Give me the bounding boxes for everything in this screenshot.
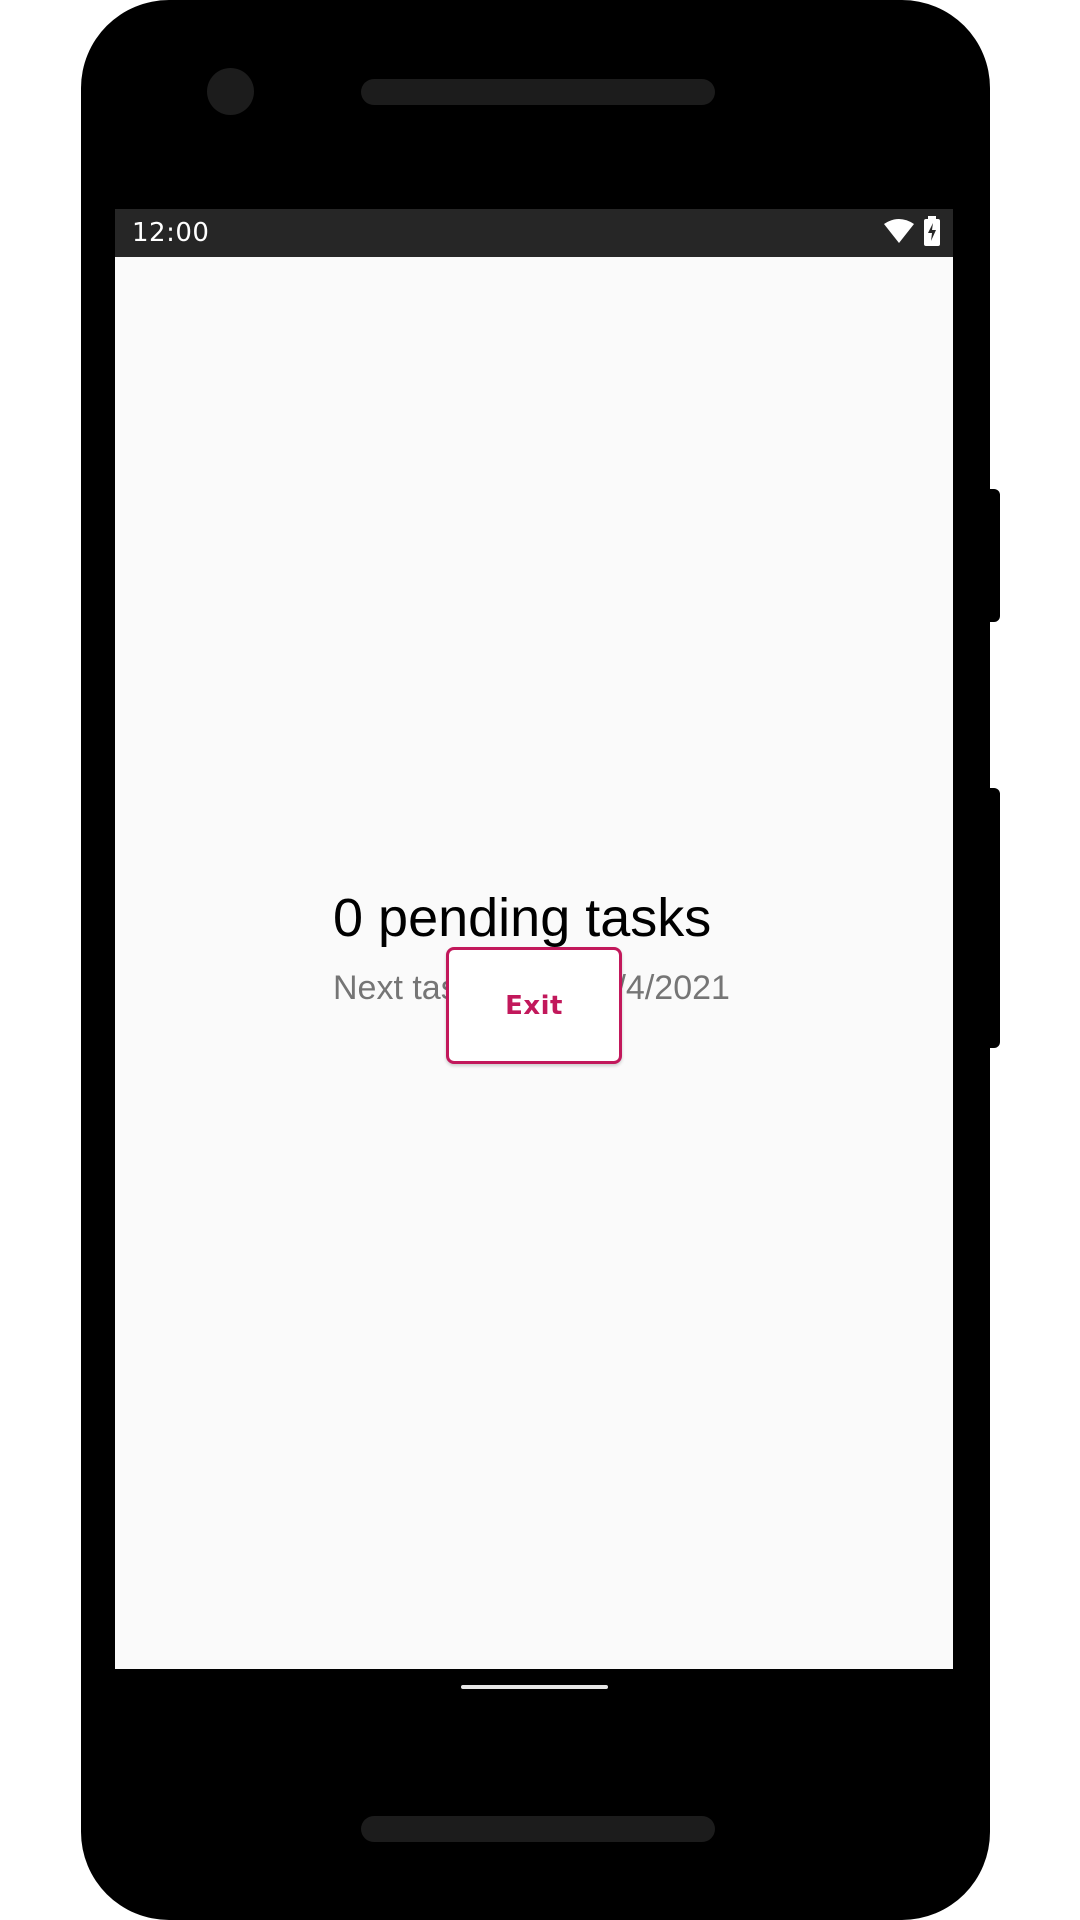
volume-button [984,788,1000,1048]
exit-button[interactable]: Exit [446,947,622,1064]
wifi-icon [883,218,915,249]
status-icons [883,215,941,251]
device-frame-stage: 12:00 0 pending tasks Next task [0,0,1080,1920]
earpiece-speaker [361,79,715,105]
home-gesture-bar[interactable] [461,1685,608,1689]
status-bar: 12:00 [115,209,953,257]
power-button [984,489,1000,622]
front-camera [207,68,254,115]
bottom-speaker [361,1816,715,1842]
screen: 12:00 0 pending tasks Next task [115,209,953,1669]
app-content: 0 pending tasks Next task: 9:00, 23/4/20… [115,257,953,1669]
status-time: 12:00 [132,218,210,248]
battery-charging-icon [923,215,941,251]
pending-tasks-title: 0 pending tasks [333,888,712,948]
